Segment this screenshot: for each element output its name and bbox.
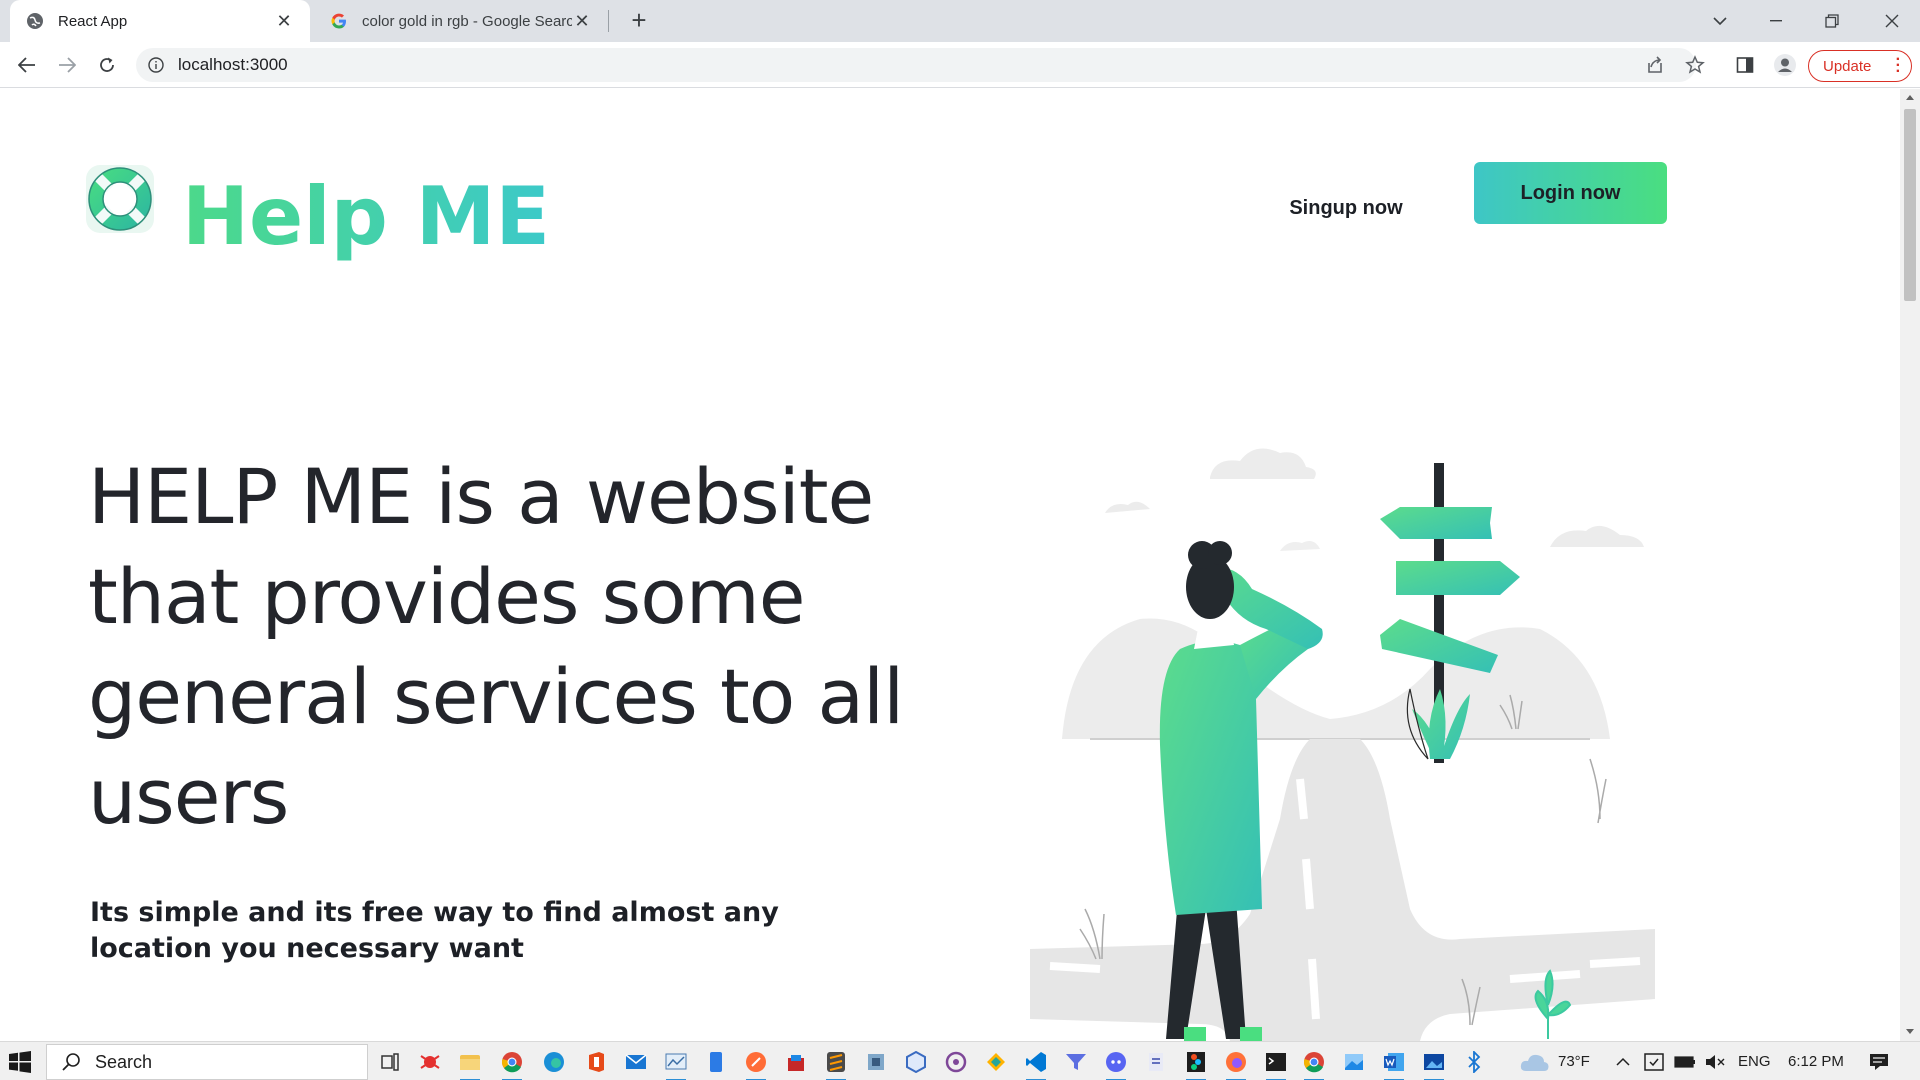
lifebuoy-logo-icon xyxy=(86,165,154,233)
taskbar-search[interactable]: Search xyxy=(46,1044,368,1080)
firefox-icon[interactable] xyxy=(1222,1048,1250,1080)
minimize-icon[interactable] xyxy=(1748,0,1804,42)
app-funnel-icon[interactable] xyxy=(1062,1048,1090,1076)
tab-google-search[interactable]: color gold in rgb - Google Search ✕ xyxy=(316,0,606,42)
edge-icon[interactable] xyxy=(540,1048,568,1076)
update-label: Update xyxy=(1823,57,1872,75)
new-tab-plus-icon[interactable]: + xyxy=(624,6,654,36)
tab-divider xyxy=(608,10,609,32)
crossroads-illustration xyxy=(1030,448,1655,1041)
brand-title: Help ME xyxy=(182,167,550,267)
close-icon[interactable]: ✕ xyxy=(274,11,294,32)
windows-start-icon[interactable] xyxy=(8,1050,32,1074)
tab-title: React App xyxy=(58,12,128,30)
mail-icon[interactable] xyxy=(622,1048,650,1076)
globe-icon xyxy=(27,13,43,29)
menu-kebab-icon[interactable]: · · · xyxy=(1896,52,1901,80)
office-icon[interactable] xyxy=(582,1048,610,1076)
terminal-icon[interactable] xyxy=(1262,1048,1290,1080)
task-view-icon[interactable] xyxy=(376,1048,404,1076)
word-icon[interactable] xyxy=(1380,1048,1408,1080)
phone-link-icon[interactable] xyxy=(702,1048,730,1076)
tab-search-chevron-icon[interactable] xyxy=(1692,0,1748,42)
weather-temp: 73°F xyxy=(1558,1053,1590,1070)
app-diamond-icon[interactable] xyxy=(982,1048,1010,1076)
tor-browser-icon[interactable] xyxy=(942,1048,970,1076)
defender-icon[interactable] xyxy=(1644,1042,1664,1080)
file-explorer-icon[interactable] xyxy=(456,1048,484,1080)
photos-chart-icon[interactable] xyxy=(662,1048,690,1080)
scroll-thumb[interactable] xyxy=(1904,109,1916,301)
notifications-icon[interactable] xyxy=(1868,1042,1890,1080)
app-cube-icon[interactable] xyxy=(862,1048,890,1076)
weather-widget[interactable]: 73°F xyxy=(1520,1042,1590,1080)
tab-title: color gold in rgb - Google Search xyxy=(362,12,572,30)
page-viewport: Help ME Singup now Login now HELP ME is … xyxy=(0,89,1900,1041)
tab-react-app[interactable]: React App ✕ xyxy=(10,0,310,42)
bookmark-star-icon[interactable] xyxy=(1682,52,1708,78)
battery-icon[interactable] xyxy=(1674,1042,1696,1080)
browser-tabstrip: React App ✕ color gold in rgb - Google S… xyxy=(0,0,1920,42)
close-icon[interactable]: ✕ xyxy=(572,11,592,32)
taskbar-search-placeholder: Search xyxy=(95,1051,153,1072)
bluetooth-icon[interactable] xyxy=(1460,1048,1488,1076)
app-red-bug-icon[interactable] xyxy=(416,1048,444,1076)
forward-arrow-icon[interactable] xyxy=(52,50,82,80)
clock-time[interactable]: 6:12 PM xyxy=(1788,1042,1844,1080)
sublime-icon[interactable] xyxy=(822,1048,850,1080)
profile-avatar-icon[interactable] xyxy=(1772,52,1798,78)
hero-title: HELP ME is a website that provides some … xyxy=(88,452,904,841)
app-photos-icon[interactable] xyxy=(1340,1048,1368,1076)
discord-icon[interactable] xyxy=(1102,1048,1130,1080)
chrome-icon[interactable] xyxy=(498,1048,526,1080)
language-indicator[interactable]: ENG xyxy=(1738,1042,1771,1080)
windows-taskbar: Search 73°F ENG 6:12 PM xyxy=(0,1041,1920,1080)
close-window-icon[interactable] xyxy=(1864,0,1920,42)
login-button[interactable]: Login now xyxy=(1474,162,1667,224)
scroll-up-arrow-icon[interactable] xyxy=(1906,95,1914,100)
figma-icon[interactable] xyxy=(1182,1048,1210,1080)
info-icon[interactable] xyxy=(148,57,164,73)
app-note-icon[interactable] xyxy=(1142,1048,1170,1076)
search-icon xyxy=(62,1053,80,1071)
volume-muted-icon[interactable] xyxy=(1704,1042,1726,1080)
share-icon[interactable] xyxy=(1642,52,1668,78)
browser-toolbar: localhost:3000 Update · · · xyxy=(0,42,1920,88)
vscode-icon[interactable] xyxy=(1022,1048,1050,1080)
address-bar[interactable]: localhost:3000 xyxy=(136,48,1696,82)
app-hex-icon[interactable] xyxy=(902,1048,930,1076)
signup-button[interactable]: Singup now xyxy=(1276,183,1416,233)
back-arrow-icon[interactable] xyxy=(12,50,42,80)
url-text: localhost:3000 xyxy=(178,55,288,74)
google-icon xyxy=(331,13,346,29)
postman-icon[interactable] xyxy=(742,1048,770,1080)
tray-chevron-up-icon[interactable] xyxy=(1616,1042,1630,1080)
app-store-bag-icon[interactable] xyxy=(782,1048,810,1076)
cloud-icon xyxy=(1520,1054,1549,1071)
hero-subtitle: Its simple and its free way to find almo… xyxy=(90,897,779,964)
restore-icon[interactable] xyxy=(1804,0,1860,42)
update-button[interactable]: Update · · · xyxy=(1808,50,1912,82)
chrome-icon[interactable] xyxy=(1300,1048,1328,1080)
page-scrollbar[interactable] xyxy=(1900,89,1920,1041)
side-panel-icon[interactable] xyxy=(1732,52,1758,78)
reload-icon[interactable] xyxy=(92,50,122,80)
scroll-down-arrow-icon[interactable] xyxy=(1906,1029,1914,1034)
app-image-viewer-icon[interactable] xyxy=(1420,1048,1448,1080)
